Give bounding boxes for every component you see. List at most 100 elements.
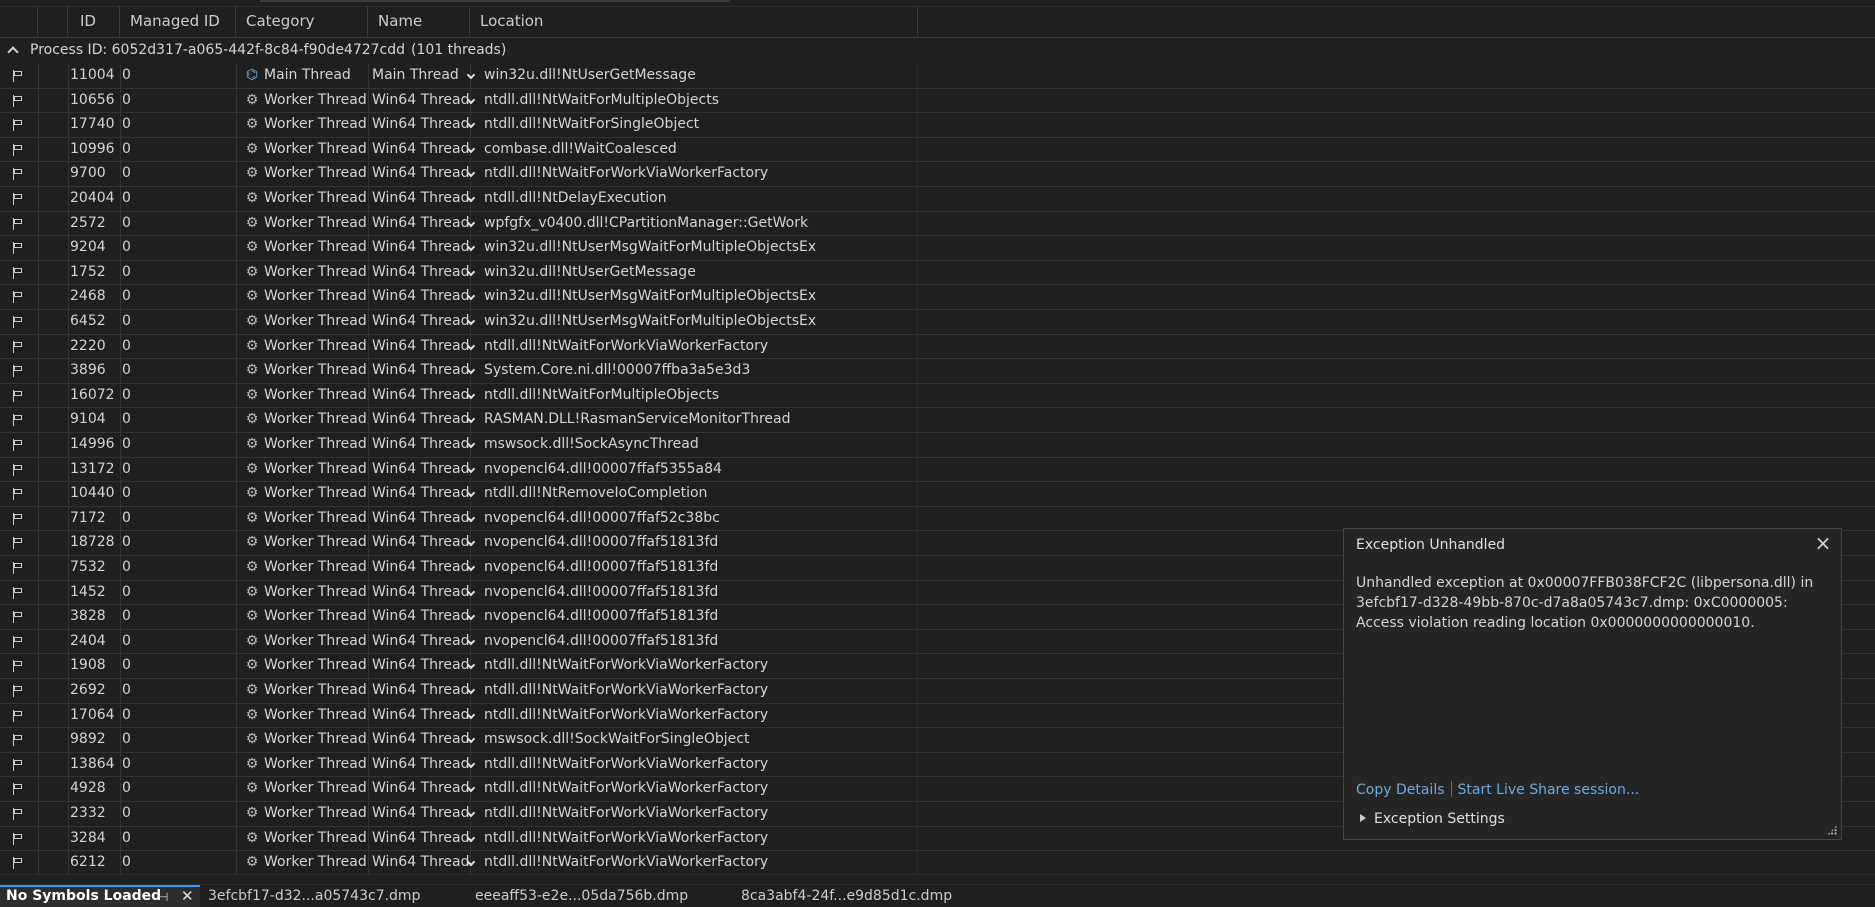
flag-icon[interactable] bbox=[12, 728, 26, 752]
flag-icon[interactable] bbox=[12, 704, 26, 728]
thread-location[interactable]: ntdll.dll!NtWaitForSingleObject bbox=[466, 113, 699, 137]
flag-icon[interactable] bbox=[12, 630, 26, 654]
thread-location[interactable]: RASMAN.DLL!RasmanServiceMonitorThread bbox=[466, 408, 791, 432]
flag-icon[interactable] bbox=[12, 753, 26, 777]
flag-icon[interactable] bbox=[12, 261, 26, 285]
thread-row[interactable]: 6452 0 ⚙ Worker Thread Win64 Thread win32u.dl… bbox=[0, 310, 1875, 335]
thread-row[interactable]: 6212 0 ⚙ Worker Thread Win64 Thread ntdll.dll… bbox=[0, 851, 1875, 876]
tab-dump-eeeaff53[interactable]: eeeaff53-e2e...05da756b.dmp bbox=[475, 885, 688, 907]
flag-icon[interactable] bbox=[12, 581, 26, 605]
thread-location[interactable]: System.Core.ni.dll!00007ffba3a5e3d3 bbox=[466, 359, 750, 383]
thread-location[interactable]: mswsock.dll!SockWaitForSingleObject bbox=[466, 728, 749, 752]
copy-details-link[interactable]: Copy Details bbox=[1356, 782, 1445, 798]
thread-location[interactable]: ntdll.dll!NtWaitForMultipleObjects bbox=[466, 89, 719, 113]
flag-icon[interactable] bbox=[12, 507, 26, 531]
category-column-header[interactable]: Category bbox=[236, 6, 368, 37]
flag-icon[interactable] bbox=[12, 679, 26, 703]
thread-row[interactable]: 10996 0 ⚙ Worker Thread Win64 Thread combase.… bbox=[0, 138, 1875, 163]
thread-row[interactable]: 2220 0 ⚙ Worker Thread Win64 Thread ntdll.dll… bbox=[0, 335, 1875, 360]
resize-grip-icon[interactable] bbox=[1827, 825, 1837, 835]
id-column-header[interactable]: ID bbox=[68, 6, 120, 37]
thread-location[interactable]: nvopencl64.dll!00007ffaf51813fd bbox=[466, 531, 718, 555]
thread-location[interactable]: ntdll.dll!NtWaitForWorkViaWorkerFactory bbox=[466, 335, 768, 359]
close-icon[interactable]: ✕ bbox=[181, 887, 194, 905]
thread-location[interactable]: nvopencl64.dll!00007ffaf51813fd bbox=[466, 605, 718, 629]
flag-icon[interactable] bbox=[12, 285, 26, 309]
location-column-header[interactable]: Location bbox=[470, 6, 918, 37]
thread-location[interactable]: ntdll.dll!NtDelayExecution bbox=[466, 187, 667, 211]
thread-row[interactable]: 3896 0 ⚙ Worker Thread Win64 Thread System.Co… bbox=[0, 359, 1875, 384]
thread-row[interactable]: 2572 0 ⚙ Worker Thread Win64 Thread wpfgfx_v0… bbox=[0, 212, 1875, 237]
thread-location[interactable]: mswsock.dll!SockAsyncThread bbox=[466, 433, 699, 457]
tab-no-symbols-loaded[interactable]: No Symbols Loaded ⊣ ✕ bbox=[0, 885, 200, 907]
thread-row[interactable]: 10440 0 ⚙ Worker Thread Win64 Thread ntdll.dl… bbox=[0, 482, 1875, 507]
flag-icon[interactable] bbox=[12, 359, 26, 383]
flag-icon[interactable] bbox=[12, 113, 26, 137]
flag-icon[interactable] bbox=[12, 384, 26, 408]
thread-location[interactable]: nvopencl64.dll!00007ffaf52c38bc bbox=[466, 507, 720, 531]
thread-location[interactable]: ntdll.dll!NtWaitForWorkViaWorkerFactory bbox=[466, 851, 768, 875]
process-group-row[interactable]: Process ID: 6052d317-a065-442f-8c84-f90d… bbox=[0, 38, 1875, 62]
thread-row[interactable]: 11004 0 ⌬ Main Thread Main Thread win32u.dll!… bbox=[0, 64, 1875, 89]
thread-location[interactable]: win32u.dll!NtUserMsgWaitForMultipleObjec… bbox=[466, 236, 816, 260]
thread-location[interactable]: ntdll.dll!NtWaitForWorkViaWorkerFactory bbox=[466, 704, 768, 728]
flag-icon[interactable] bbox=[12, 64, 26, 88]
thread-location[interactable]: ntdll.dll!NtWaitForWorkViaWorkerFactory bbox=[466, 827, 768, 851]
flag-icon[interactable] bbox=[12, 187, 26, 211]
flag-icon[interactable] bbox=[12, 89, 26, 113]
flag-icon[interactable] bbox=[12, 777, 26, 801]
tab-dump-3efcbf17[interactable]: 3efcbf17-d32...a05743c7.dmp bbox=[208, 885, 420, 907]
thread-location[interactable]: ntdll.dll!NtWaitForWorkViaWorkerFactory bbox=[466, 654, 768, 678]
flag-icon[interactable] bbox=[12, 802, 26, 826]
thread-row[interactable]: 9700 0 ⚙ Worker Thread Win64 Thread ntdll.dll… bbox=[0, 162, 1875, 187]
thread-location[interactable]: nvopencl64.dll!00007ffaf51813fd bbox=[466, 630, 718, 654]
flag-icon[interactable] bbox=[12, 138, 26, 162]
flag-icon[interactable] bbox=[12, 654, 26, 678]
thread-row[interactable]: 9204 0 ⚙ Worker Thread Win64 Thread win32u.dl… bbox=[0, 236, 1875, 261]
flag-icon[interactable] bbox=[12, 310, 26, 334]
flag-icon[interactable] bbox=[12, 335, 26, 359]
thread-location[interactable]: ntdll.dll!NtWaitForWorkViaWorkerFactory bbox=[466, 753, 768, 777]
thread-location[interactable]: ntdll.dll!NtWaitForWorkViaWorkerFactory bbox=[466, 162, 768, 186]
thread-location[interactable]: ntdll.dll!NtWaitForMultipleObjects bbox=[466, 384, 719, 408]
indicator-column-header[interactable] bbox=[38, 6, 68, 37]
tab-dump-8ca3abf4[interactable]: 8ca3abf4-24f...e9d85d1c.dmp bbox=[741, 885, 952, 907]
flag-icon[interactable] bbox=[12, 531, 26, 555]
flag-icon[interactable] bbox=[12, 827, 26, 851]
thread-location[interactable]: ntdll.dll!NtWaitForWorkViaWorkerFactory bbox=[466, 802, 768, 826]
thread-location[interactable]: combase.dll!WaitCoalesced bbox=[466, 138, 677, 162]
thread-row[interactable]: 17740 0 ⚙ Worker Thread Win64 Thread ntdll.dl… bbox=[0, 113, 1875, 138]
flag-icon[interactable] bbox=[12, 851, 26, 875]
thread-location[interactable]: nvopencl64.dll!00007ffaf5355a84 bbox=[466, 458, 722, 482]
thread-location[interactable]: wpfgfx_v0400.dll!CPartitionManager::GetW… bbox=[466, 212, 808, 236]
thread-location[interactable]: ntdll.dll!NtRemoveIoCompletion bbox=[466, 482, 707, 506]
exception-settings-expander[interactable]: Exception Settings bbox=[1356, 811, 1505, 827]
thread-row[interactable]: 14996 0 ⚙ Worker Thread Win64 Thread mswsock.… bbox=[0, 433, 1875, 458]
flag-icon[interactable] bbox=[12, 212, 26, 236]
thread-location[interactable]: win32u.dll!NtUserMsgWaitForMultipleObjec… bbox=[466, 310, 816, 334]
thread-location[interactable]: ntdll.dll!NtWaitForWorkViaWorkerFactory bbox=[466, 777, 768, 801]
flag-icon[interactable] bbox=[12, 458, 26, 482]
thread-location[interactable]: nvopencl64.dll!00007ffaf51813fd bbox=[466, 556, 718, 580]
flag-icon[interactable] bbox=[12, 605, 26, 629]
flag-icon[interactable] bbox=[12, 236, 26, 260]
thread-row[interactable]: 16072 0 ⚙ Worker Thread Win64 Thread ntdll.dl… bbox=[0, 384, 1875, 409]
thread-row[interactable]: 13172 0 ⚙ Worker Thread Win64 Thread nvopencl… bbox=[0, 458, 1875, 483]
name-column-header[interactable]: Name bbox=[368, 6, 470, 37]
collapse-chevron-icon[interactable] bbox=[7, 46, 19, 58]
managed-id-column-header[interactable]: Managed ID bbox=[120, 6, 236, 37]
flag-column-header[interactable] bbox=[0, 6, 38, 37]
thread-location[interactable]: nvopencl64.dll!00007ffaf51813fd bbox=[466, 581, 718, 605]
close-icon[interactable]: × bbox=[1813, 533, 1833, 553]
thread-location[interactable]: win32u.dll!NtUserGetMessage bbox=[466, 261, 696, 285]
thread-row[interactable]: 10656 0 ⚙ Worker Thread Win64 Thread ntdll.dl… bbox=[0, 89, 1875, 114]
flag-icon[interactable] bbox=[12, 556, 26, 580]
flag-icon[interactable] bbox=[12, 162, 26, 186]
thread-row[interactable]: 9104 0 ⚙ Worker Thread Win64 Thread RASMAN.DL… bbox=[0, 408, 1875, 433]
thread-location[interactable]: win32u.dll!NtUserMsgWaitForMultipleObjec… bbox=[466, 285, 816, 309]
thread-row[interactable]: 20404 0 ⚙ Worker Thread Win64 Thread ntdll.dl… bbox=[0, 187, 1875, 212]
pin-icon[interactable]: ⊣ bbox=[158, 888, 168, 906]
flag-icon[interactable] bbox=[12, 408, 26, 432]
thread-row[interactable]: 1752 0 ⚙ Worker Thread Win64 Thread win32u.dl… bbox=[0, 261, 1875, 286]
flag-icon[interactable] bbox=[12, 482, 26, 506]
